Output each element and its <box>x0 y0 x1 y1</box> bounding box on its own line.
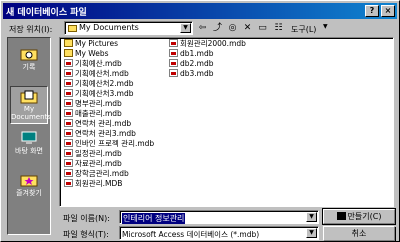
new-database-dialog: 새 데이터베이스 파일 ? × 저장 위치(I): My Documents ▼… <box>0 0 400 242</box>
list-item[interactable]: 인바인 프로젝 관리.mdb <box>64 139 154 149</box>
window-title: 새 데이터베이스 파일 <box>6 7 87 18</box>
list-item[interactable]: 연락처 관리3.mdb <box>64 129 136 139</box>
place-history[interactable]: 기록 <box>10 44 48 82</box>
filetype-value: Microsoft Access 데이터베이스 (*.mdb) <box>122 230 260 239</box>
list-item[interactable]: db3.mdb <box>169 69 214 79</box>
mdb-file-icon <box>64 89 73 97</box>
place-label: 즐겨찾기 <box>16 189 42 197</box>
chevron-down-icon[interactable]: ▼ <box>306 228 317 238</box>
history-folder-icon <box>20 49 38 61</box>
up-folder-icon[interactable]: ⤴ <box>210 21 225 35</box>
list-item[interactable]: 명부관리.mdb <box>64 99 122 109</box>
list-item[interactable]: 매출관리.mdb <box>64 109 122 119</box>
folder-icon <box>68 25 77 32</box>
tools-chevron-icon[interactable]: ▼ <box>323 23 328 30</box>
mdb-file-icon <box>64 99 73 107</box>
mdb-file-icon <box>169 49 178 57</box>
filename-value: 인테리어 정보관리 <box>122 213 186 224</box>
place-my-documents[interactable]: My Documents <box>10 86 51 124</box>
list-item[interactable]: 장학금관리.mdb <box>64 169 129 179</box>
place-label: 기록 <box>22 63 36 71</box>
filetype-select[interactable]: Microsoft Access 데이터베이스 (*.mdb) ▼ <box>119 226 319 240</box>
mdb-file-icon <box>64 139 73 147</box>
folder-icon <box>64 49 73 57</box>
mdb-file-icon <box>64 179 73 187</box>
mdb-file-icon <box>169 39 178 47</box>
new-folder-icon[interactable]: ▭ <box>255 21 270 35</box>
filename-label: 파일 이름(N): <box>63 214 110 223</box>
list-item[interactable]: 회원관리2000.mdb <box>169 39 246 49</box>
search-web-icon[interactable]: ◎ <box>225 21 240 35</box>
place-desktop[interactable]: 바탕 화면 <box>10 128 48 166</box>
place-label: 바탕 화면 <box>15 147 43 155</box>
list-item[interactable]: 기획예산처.mdb <box>64 69 129 79</box>
list-item[interactable]: db2.mdb <box>169 59 214 69</box>
delete-icon[interactable]: ✕ <box>240 21 255 35</box>
list-item[interactable]: 자료관리.mdb <box>64 159 122 169</box>
favorites-icon <box>20 175 38 187</box>
mdb-file-icon <box>64 159 73 167</box>
list-item[interactable]: db1.mdb <box>169 49 214 59</box>
list-item[interactable]: 기획예산처3.mdb <box>64 89 133 99</box>
views-icon[interactable]: ☷ <box>271 21 286 35</box>
list-item[interactable]: 연락처 관리.mdb <box>64 119 131 129</box>
place-favorites[interactable]: 즐겨찾기 <box>10 170 48 208</box>
file-list[interactable]: My Pictures My Webs 기획예산.mdb 기획예산처.mdb 기… <box>59 37 394 207</box>
back-icon[interactable]: ⇦ <box>195 21 210 35</box>
save-location-value: My Documents <box>79 23 139 32</box>
folder-icon <box>64 39 73 47</box>
mdb-file-icon <box>64 79 73 87</box>
save-location-label: 저장 위치(I): <box>9 25 53 34</box>
tools-menu[interactable]: 도구(L) <box>291 24 316 35</box>
chevron-down-icon[interactable]: ▼ <box>180 23 191 33</box>
mdb-file-icon <box>64 119 73 127</box>
mdb-file-icon <box>169 69 178 77</box>
mdb-file-icon <box>64 169 73 177</box>
create-button[interactable]: 만들기(C) <box>322 208 396 225</box>
chevron-down-icon[interactable]: ▼ <box>306 212 317 222</box>
close-icon[interactable]: × <box>381 5 395 17</box>
save-location-combo[interactable]: My Documents ▼ <box>64 21 193 35</box>
filetype-label: 파일 형식(T): <box>63 230 109 239</box>
list-item[interactable]: 기획예산처2.mdb <box>64 79 133 89</box>
list-item[interactable]: 기획예산.mdb <box>64 59 122 69</box>
list-item[interactable]: 일정관리.mdb <box>64 149 122 159</box>
places-bar: 기록 My Documents 바탕 화면 즐겨찾기 <box>7 37 51 235</box>
my-documents-icon <box>20 90 38 104</box>
mdb-file-icon <box>64 149 73 157</box>
desktop-icon <box>21 131 37 144</box>
list-item[interactable]: 회원관리.MDB <box>64 179 122 189</box>
help-icon[interactable]: ? <box>365 5 379 17</box>
save-disk-icon <box>336 212 346 220</box>
mdb-file-icon <box>64 69 73 77</box>
place-label: My Documents <box>11 105 51 121</box>
cancel-button[interactable]: 취소 <box>323 226 395 241</box>
filename-input[interactable]: 인테리어 정보관리 ▼ <box>119 210 319 224</box>
mdb-file-icon <box>169 59 178 67</box>
list-item[interactable]: My Webs <box>64 49 109 59</box>
list-item[interactable]: My Pictures <box>64 39 118 49</box>
mdb-file-icon <box>64 109 73 117</box>
mdb-file-icon <box>64 129 73 137</box>
mdb-file-icon <box>64 59 73 67</box>
title-bar[interactable]: 새 데이터베이스 파일 ? × <box>3 3 397 19</box>
